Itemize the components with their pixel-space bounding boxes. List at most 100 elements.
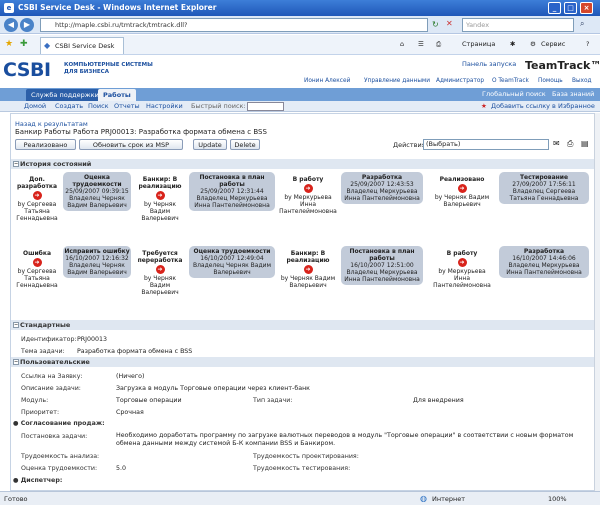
history-state-title: Разработка [523, 248, 565, 255]
history-state-date: 16/10/2007 14:46:06 [512, 255, 576, 262]
minimize-button[interactable]: _ [548, 2, 561, 14]
standard-section-header[interactable]: − Стандартные [11, 320, 595, 330]
knowledge-base-link[interactable]: База знаний [552, 90, 594, 98]
history-state: Банкир: В реализацию ➜ by Черняк Вадим Вал… [135, 176, 185, 222]
refresh-icon[interactable]: ↻ [432, 20, 439, 29]
safety-icon[interactable]: ✱ [510, 40, 515, 48]
help-icon[interactable]: ? [586, 40, 589, 48]
forward-icon[interactable]: ▶ [20, 18, 34, 32]
search-input[interactable]: Yandex [462, 18, 574, 32]
history-state: Банкир: В реализацию ➜ by Черняк Вадим Вал… [279, 250, 337, 289]
expand-circle-icon: ● [13, 477, 19, 484]
exit-link[interactable]: Выход [572, 78, 592, 84]
link-value[interactable]: (Ничего) [116, 373, 145, 380]
history-state-title: Постановка в план работы [349, 248, 415, 262]
menu-create[interactable]: Создать [55, 102, 83, 110]
menu-reports[interactable]: Отчеты [114, 102, 140, 110]
id-label: Идентификатор: [21, 336, 77, 343]
export-icon[interactable]: ▤ [581, 139, 589, 148]
tab-work[interactable]: Работы [98, 89, 136, 101]
history-state-title: Постановка в план работы [199, 174, 265, 188]
stop-icon[interactable]: ✕ [446, 19, 453, 28]
update-button[interactable]: Update [193, 139, 227, 150]
history-state-title: Требуется переработка [137, 250, 183, 264]
tab-support[interactable]: Служба поддержки [26, 89, 104, 101]
transition-arrow-icon: ➜ [155, 265, 165, 274]
user-name: Ионин Алексей [304, 78, 351, 84]
history-state: Доп. разработка ➜ by Сергеева Татьяна Генн… [15, 176, 59, 222]
email-icon[interactable]: ✉ [553, 139, 560, 148]
back-to-results-link[interactable]: Назад к результатам [15, 120, 88, 128]
window-title: CSBI Service Desk - Windows Internet Exp… [18, 3, 217, 12]
history-state: Оценка трудоемкости 25/09/2007 09:39:15 Вл… [63, 172, 131, 211]
add-favorite-icon[interactable]: ✚ [20, 39, 28, 49]
item-title: Банкир Работы Работа PRJ00013: Разработк… [15, 128, 267, 136]
menu-settings[interactable]: Настройки [146, 102, 183, 110]
global-search-link[interactable]: Глобальный поиск [482, 90, 546, 98]
history-state-title: Разработка [361, 174, 403, 181]
back-icon[interactable]: ◀ [4, 18, 18, 32]
admin-link[interactable]: Администратор [436, 78, 484, 84]
custom-section-header[interactable]: − Пользовательские [11, 357, 595, 367]
browser-toolbar: ★ ✚ ◆ CSBI Service Desk ⌂ ☰ ⎙ Страница ✱… [0, 35, 600, 55]
zoom-label[interactable]: 100% [548, 495, 567, 503]
page-menu[interactable]: Страница [462, 40, 495, 48]
url-input[interactable]: http://maple.csbi.ru/tmtrack/tmtrack.dll… [40, 18, 428, 32]
about-link[interactable]: О TeamTrack [492, 78, 529, 84]
add-favorite-link[interactable]: Добавить ссылку в Избранное [491, 102, 595, 110]
analysis-label: Трудоемкость анализа: [21, 453, 100, 460]
history-state-title: Ошибка [23, 250, 51, 257]
history-state: В работу ➜ by Меркурьева Инна Пантелеймоно… [279, 176, 337, 215]
priority-label: Приоритет: [21, 409, 60, 416]
custom-section-title: Пользовательские [20, 358, 90, 366]
delete-button[interactable]: Delete [230, 139, 260, 150]
fast-search-label: Быстрый поиск: [191, 102, 246, 110]
agree-section-header[interactable]: ● Согласование продаж: [13, 420, 105, 427]
close-button[interactable]: × [580, 2, 593, 14]
print-item-icon[interactable]: ⎙ [567, 139, 573, 149]
module-label: Модуль: [21, 397, 49, 404]
tools-menu[interactable]: Сервис [541, 40, 565, 48]
tools-gear-icon[interactable]: ⚙ [530, 40, 536, 48]
history-state-owner: Владелец Меркурьева Инна Пантелеймоновна [194, 195, 270, 209]
transition-arrow-icon: ➜ [155, 191, 165, 200]
history-state-owner: by Черняк Вадим Валерьевич [141, 201, 179, 222]
menu-search[interactable]: Поиск [88, 102, 109, 110]
update-msp-button[interactable]: Обновить срок из MSP [79, 139, 183, 150]
desc-value: Загрузка в модуль Торговые операции чере… [116, 385, 310, 392]
manage-data-link[interactable]: Управление данными [364, 78, 430, 84]
history-state-owner: Владелец Сергеева Татьяна Геннадьевна [509, 188, 579, 202]
history-state-title: В работу [446, 250, 478, 257]
user-bar: Ионин Алексей Управление данными Админис… [300, 78, 600, 87]
subject-value: Разработка формата обмена с BSS [77, 348, 193, 355]
fast-search-input[interactable] [247, 102, 284, 111]
browser-tab[interactable]: ◆ CSBI Service Desk [40, 37, 124, 54]
menu-home[interactable]: Домой [24, 102, 46, 110]
page-scrollbar[interactable] [594, 113, 600, 491]
actions-select[interactable]: (Выбрать) [423, 139, 549, 150]
history-state-date: 25/09/2007 12:31:44 [200, 188, 264, 195]
agree-section-title: Согласование продаж: [20, 420, 105, 427]
history-state-owner: Владелец Меркурьева Инна Пантелеймоновна [344, 269, 420, 283]
subject-label: Тема задачи: [21, 348, 65, 355]
search-icon[interactable]: ⌕ [580, 19, 584, 29]
help-link[interactable]: Помощь [538, 78, 563, 84]
history-state-owner: Владелец Черняк Вадим Валерьевич [192, 262, 272, 276]
maximize-button[interactable]: □ [564, 2, 577, 14]
history-state: В работу ➜ by Меркурьева Инна Пантелеймоно… [431, 250, 493, 289]
main-menu: Домой Создать Поиск Отчеты Настройки Быс… [0, 101, 600, 112]
browser-tab-label: CSBI Service Desk [55, 42, 115, 50]
print-icon[interactable]: ⎙ [436, 40, 441, 49]
history-state-date: 25/09/2007 09:39:15 [65, 188, 129, 195]
history-state-owner: by Черняк Вадим Валерьевич [280, 275, 336, 289]
home-icon[interactable]: ⌂ [400, 40, 404, 48]
feeds-icon[interactable]: ☰ [418, 40, 424, 48]
csbi-logo: CSBI [3, 59, 51, 81]
launch-panel-link[interactable]: Панель запуска [462, 60, 516, 68]
done-button[interactable]: Реализовано [15, 139, 76, 150]
dispatch-section-header[interactable]: ● Диспетчер: [13, 477, 62, 484]
favorites-star-icon[interactable]: ★ [5, 39, 13, 49]
history-state-title: Оценка трудоемкости [72, 174, 122, 188]
history-section-header[interactable]: − История состояний [11, 159, 595, 169]
history-state-owner: by Сергеева Татьяна Геннадьевна [16, 268, 58, 289]
